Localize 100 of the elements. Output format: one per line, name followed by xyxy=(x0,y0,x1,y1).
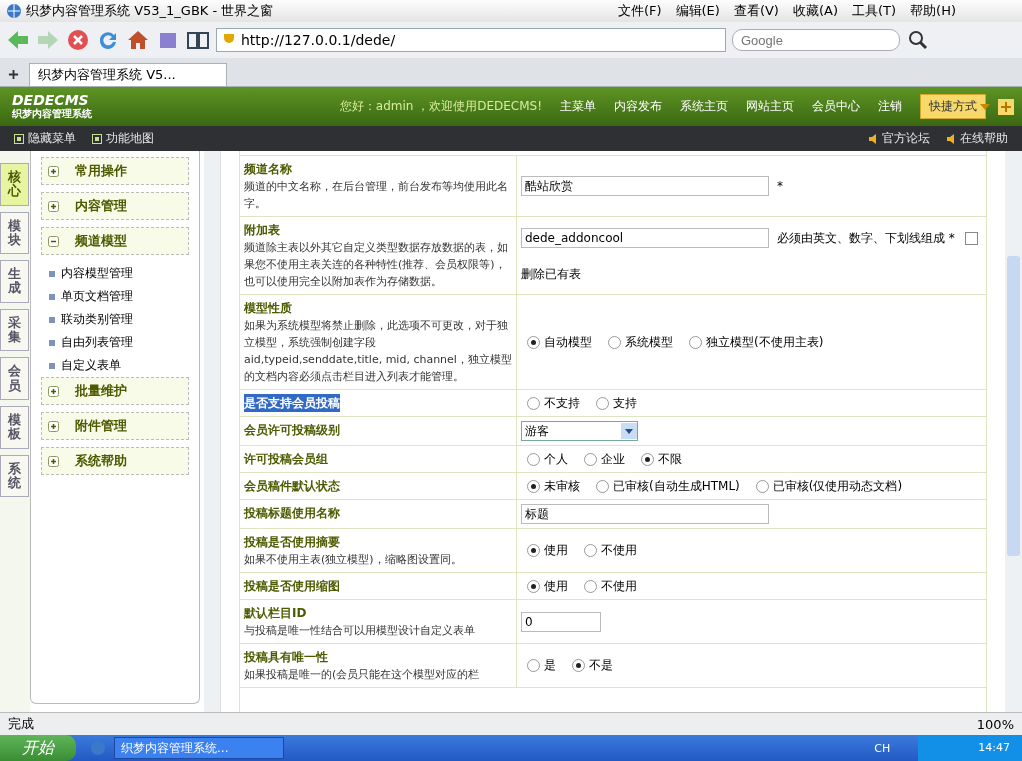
search-field[interactable]: Google xyxy=(732,29,900,51)
logo-subtitle: 织梦内容管理系统 xyxy=(12,106,92,120)
menu-group[interactable]: 系统帮助 xyxy=(41,447,189,475)
field-label: 投稿是否使用缩图 xyxy=(244,578,341,595)
bullet-icon xyxy=(49,316,55,323)
field-label: 模型性质 xyxy=(244,300,293,317)
menu-item[interactable]: 自定义表单 xyxy=(61,357,121,374)
menu-item[interactable]: 收藏(A) xyxy=(792,2,838,20)
menu-group[interactable]: 常用操作 xyxy=(41,157,189,185)
stop-icon[interactable] xyxy=(66,28,90,52)
field-description: 如果不使用主表(独立模型)，缩略图设置同。 xyxy=(244,552,463,568)
field-description: 如果为系统模型将禁止删除，此选项不可更改，对于独立模型，系统强制创建字段aid,typeid,senddate,title, mid, channel，独立模型的文档内容必须点击栏目进入列表才能管理。 xyxy=(244,318,512,385)
menu-group-label: 系统帮助 xyxy=(75,452,127,470)
side-tab[interactable]: 采集 xyxy=(0,308,29,352)
field-note: * xyxy=(777,179,783,193)
speaker-icon xyxy=(946,133,956,144)
radio-label: 已审核(自动生成HTML) xyxy=(613,477,740,495)
field-label: 投稿是否使用摘要 xyxy=(244,534,341,551)
scrollbar[interactable] xyxy=(1005,151,1022,712)
menu-item[interactable]: 单页文档管理 xyxy=(61,288,133,305)
side-tab[interactable]: 模板 xyxy=(0,405,29,449)
radio-label: 独立模型(不使用主表) xyxy=(706,333,824,351)
radio-label: 个人 xyxy=(544,450,568,468)
menu-group[interactable]: 频道模型 xyxy=(41,227,189,255)
radio-label: 支持 xyxy=(613,394,637,412)
menu-item[interactable]: 文件(F) xyxy=(617,2,662,20)
menu-group[interactable]: 批量维护 xyxy=(41,377,189,405)
radio-label: 不是 xyxy=(589,657,613,674)
browser-tab[interactable]: 织梦内容管理系统 V5... xyxy=(29,63,227,86)
quick-menu-button[interactable]: 快捷方式 xyxy=(920,94,986,119)
radio-label: 不使用 xyxy=(601,542,637,559)
radio-label: 系统模型 xyxy=(625,333,673,351)
menu-group-label: 频道模型 xyxy=(75,232,127,250)
field-description: 与投稿是唯一性结合可以用模型设计自定义表单 xyxy=(244,623,476,639)
scrollbar[interactable] xyxy=(204,151,221,712)
text-input[interactable]: dede_addoncool xyxy=(521,228,769,248)
side-tab[interactable]: 模块 xyxy=(0,211,29,255)
menu-group[interactable]: 附件管理 xyxy=(41,412,189,440)
radio-label: 不使用 xyxy=(601,577,637,595)
side-tab[interactable]: 生成 xyxy=(0,260,29,303)
radio-label: 是 xyxy=(544,657,556,674)
field-label: 会员稿件默认状态 xyxy=(244,478,341,495)
bullet-icon xyxy=(49,293,55,300)
menu-item[interactable]: 工具(T) xyxy=(852,2,897,20)
field-description: 如果投稿是唯一的(会员只能在这个模型对应的栏 xyxy=(244,667,481,683)
menu-item[interactable]: 帮助(H) xyxy=(910,2,956,20)
nav-link[interactable]: 注销 xyxy=(878,98,902,115)
clock: 14:47 xyxy=(918,735,1022,761)
search-icon[interactable] xyxy=(906,28,930,52)
bullet-icon xyxy=(49,270,55,277)
text-input[interactable]: 酷站欣赏 xyxy=(521,176,769,196)
side-tab[interactable]: 系统 xyxy=(0,454,29,498)
nav-link[interactable]: 网站主页 xyxy=(746,98,794,115)
menu-group-label: 批量维护 xyxy=(75,382,127,400)
menu-item[interactable]: 编辑(E) xyxy=(675,2,720,20)
radio-label: 企业 xyxy=(601,450,625,468)
dropdown[interactable]: 游客 xyxy=(521,421,638,441)
toolbar-link[interactable]: 功能地图 xyxy=(106,130,154,147)
greeting-text: 您好：admin ，欢迎使用DEDECMS! xyxy=(339,98,542,115)
menu-group[interactable]: 内容管理 xyxy=(41,192,189,220)
nav-link[interactable]: 内容发布 xyxy=(614,98,662,115)
checkbox-label: 删除已有表 xyxy=(521,266,581,283)
globe-icon xyxy=(6,3,22,19)
field-description: 频道的中文名称，在后台管理，前台发布等均使用此名字。 xyxy=(244,179,509,212)
menu-item[interactable]: 内容模型管理 xyxy=(61,265,133,282)
menu-group-label: 内容管理 xyxy=(75,197,127,215)
menu-item[interactable]: 联动类别管理 xyxy=(61,311,133,328)
nav-link[interactable]: 主菜单 xyxy=(560,98,596,115)
menu-item[interactable]: 查看(V) xyxy=(733,2,779,20)
toolbar-link[interactable]: 官方论坛 xyxy=(882,130,930,147)
zoom-level[interactable]: 100% xyxy=(976,716,1014,732)
home-icon[interactable] xyxy=(126,28,150,52)
radio-label: 不限 xyxy=(658,450,682,468)
text-input[interactable]: 标题 xyxy=(521,504,769,524)
bullet-icon xyxy=(49,339,55,346)
back-icon[interactable] xyxy=(6,28,30,52)
field-label: 默认栏目ID xyxy=(244,605,308,622)
grid-icon xyxy=(92,133,102,144)
grid-icon xyxy=(14,133,24,144)
checkbox[interactable] xyxy=(964,231,978,245)
speaker-icon xyxy=(868,133,878,144)
taskbar-button[interactable]: 织梦内容管理系统... xyxy=(114,737,284,759)
nav-link[interactable]: 会员中心 xyxy=(812,98,860,115)
side-tab[interactable]: 核心 xyxy=(0,163,29,206)
toolbar-link[interactable]: 隐藏菜单 xyxy=(28,130,76,147)
side-tab[interactable]: 会员 xyxy=(0,357,29,400)
plus-icon[interactable] xyxy=(8,69,19,80)
bullet-icon xyxy=(49,362,55,369)
status-text: 完成 xyxy=(8,715,34,733)
caret-icon[interactable] xyxy=(980,103,990,110)
address-field[interactable]: http://127.0.0.1/dede/ xyxy=(216,28,726,52)
field-note: 必须由英文、数字、下划线组成 * xyxy=(777,229,955,247)
language-indicator: CH xyxy=(874,741,891,755)
nav-link[interactable]: 系统主页 xyxy=(680,98,728,115)
text-input[interactable]: 0 xyxy=(521,611,601,632)
radio-label: 不支持 xyxy=(544,394,580,412)
toolbar-link[interactable]: 在线帮助 xyxy=(960,130,1008,147)
field-label: 附加表 xyxy=(244,222,281,239)
window-title: 织梦内容管理系统 V53_1_GBK - 世界之窗 xyxy=(26,2,275,20)
menu-item[interactable]: 自由列表管理 xyxy=(61,334,133,351)
